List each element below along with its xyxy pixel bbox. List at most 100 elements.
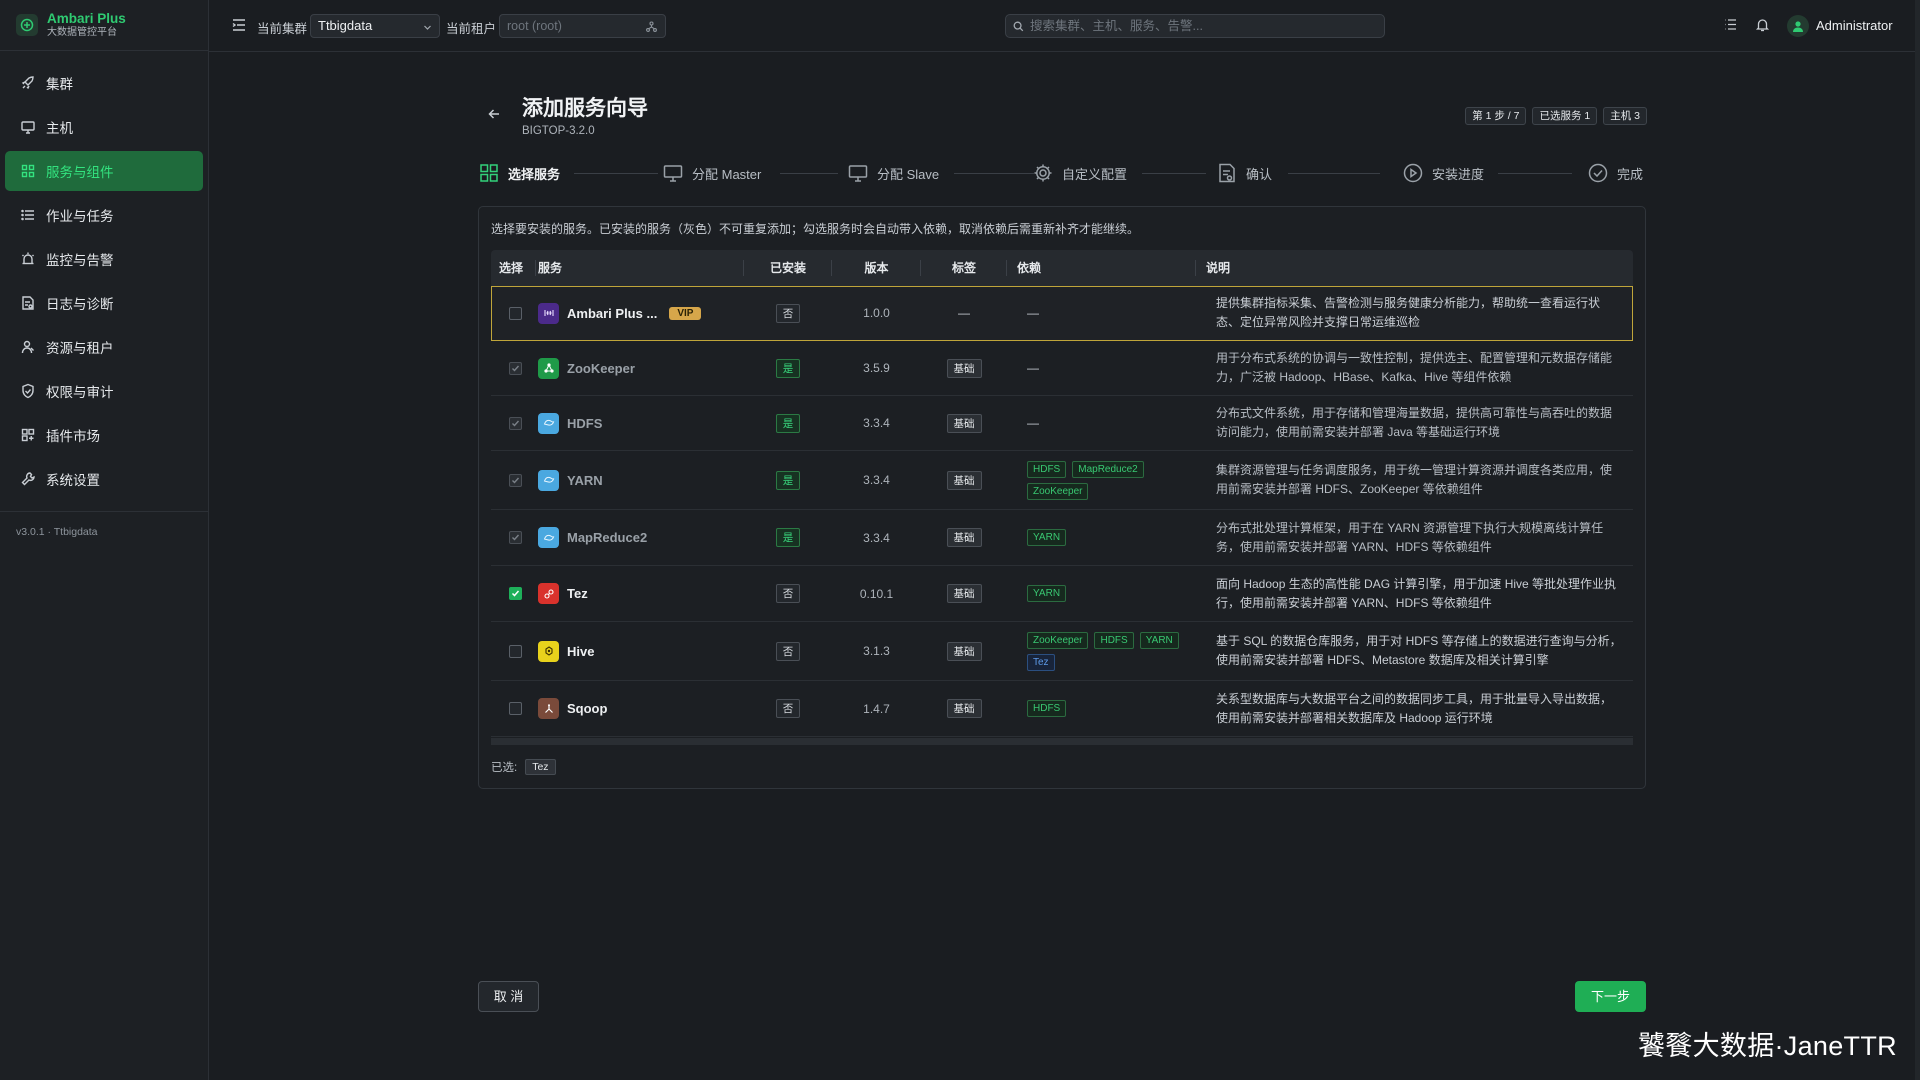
- step-label: 自定义配置: [1062, 166, 1128, 182]
- sqoop-icon: [538, 698, 559, 719]
- rocket-icon: [20, 75, 36, 91]
- sidebar-item-logs[interactable]: 日志与诊断: [5, 283, 203, 323]
- document-icon: [1216, 162, 1238, 184]
- row-checkbox[interactable]: [509, 702, 522, 715]
- service-version: 3.3.4: [863, 416, 890, 430]
- sidebar-item-cluster[interactable]: 集群: [5, 63, 203, 103]
- service-tag: 基础: [946, 413, 982, 433]
- tenant-icon: [20, 339, 36, 355]
- topbar: 当前集群 Ttbigdata 当前租户 root (root) 搜索集群、主机、…: [209, 0, 1920, 52]
- next-step-button[interactable]: 下一步: [1575, 981, 1646, 1012]
- table-row[interactable]: YARN 是 3.3.4 基础 HDFS MapReduce2 ZooKeepe…: [491, 451, 1633, 510]
- table-row[interactable]: HDFS 是 3.3.4 基础 — 分布式文件系统，用于存储和管理海量数据，提供…: [491, 396, 1633, 451]
- notification-bell-icon[interactable]: [1755, 17, 1770, 32]
- grid-icon: [478, 162, 500, 184]
- row-checkbox[interactable]: [509, 306, 522, 320]
- sidebar-nav: 集群 主机 服务与组件 作业与任务 监控与告警 日志与诊断 资源与租户 权限与审…: [0, 51, 208, 499]
- table-row[interactable]: Ambari Plus ... VIP 否 1.0.0 — — 提供集群指标采集…: [491, 286, 1633, 341]
- step-confirm[interactable]: 确认: [1216, 160, 1272, 186]
- user-name[interactable]: Administrator: [1816, 18, 1893, 33]
- sidebar-item-hosts[interactable]: 主机: [5, 107, 203, 147]
- service-tag: 基础: [946, 528, 982, 547]
- dependency-tag: MapReduce2: [1072, 460, 1144, 478]
- sidebar-item-monitoring[interactable]: 监控与告警: [5, 239, 203, 279]
- sidebar-item-services[interactable]: 服务与组件: [5, 151, 203, 191]
- table-row[interactable]: MapReduce2 是 3.3.4 基础 YARN 分布式批处理计算框架，用于…: [491, 510, 1633, 566]
- dependency-tag: HDFS: [1027, 700, 1067, 717]
- service-tag: 基础: [946, 358, 982, 378]
- selection-hint: 选择要安装的服务。已安装的服务（灰色）不可重复添加；勾选服务时会自动带入依赖，取…: [491, 222, 1140, 236]
- step-connector: [574, 173, 658, 174]
- stack-version: BIGTOP-3.2.0: [522, 125, 595, 137]
- service-name: ZooKeeper: [567, 360, 635, 376]
- tenant-input[interactable]: root (root): [499, 14, 666, 38]
- service-tag: 基础: [946, 641, 982, 661]
- cancel-button[interactable]: 取 消: [478, 981, 539, 1012]
- page-scrollbar[interactable]: [1915, 0, 1920, 1080]
- installed-badge: 是: [775, 358, 801, 378]
- menu-toggle-icon[interactable]: [231, 17, 247, 33]
- sidebar-item-settings[interactable]: 系统设置: [5, 459, 203, 499]
- search-placeholder: 搜索集群、主机、服务、告警...: [1030, 19, 1203, 33]
- service-description: 基于 SQL 的数据仓库服务，用于对 HDFS 等存储上的数据进行查询与分析，使…: [1216, 634, 1622, 667]
- service-version: 3.1.3: [863, 644, 890, 658]
- table-row[interactable]: Hive 否 3.1.3 基础 ZooKeeper HDFS YARN Tez …: [491, 622, 1633, 681]
- column-header-version: 版本: [832, 250, 921, 286]
- service-description: 用于分布式系统的协调与一致性控制，提供选主、配置管理和元数据存储能力，广泛被 H…: [1216, 351, 1613, 384]
- tez-icon: [538, 583, 559, 604]
- page-title: 添加服务向导: [522, 97, 648, 120]
- row-checkbox[interactable]: [509, 644, 522, 658]
- user-avatar[interactable]: [1787, 15, 1809, 37]
- row-checkbox: [509, 473, 522, 487]
- service-tag: 基础: [946, 470, 982, 490]
- selected-service-chip[interactable]: Tez: [525, 759, 556, 775]
- step-connector: [1288, 173, 1380, 174]
- sidebar-item-plugins[interactable]: 插件市场: [5, 415, 203, 455]
- sidebar-item-jobs[interactable]: 作业与任务: [5, 195, 203, 235]
- yarn-icon: [538, 469, 559, 491]
- table-row[interactable]: Sqoop 否 1.4.7 基础 HDFS 关系型数据库与大数据平台之间的数据同…: [491, 681, 1633, 737]
- service-name: MapReduce2: [567, 530, 648, 545]
- step-assign-master[interactable]: 分配 Master: [662, 160, 761, 186]
- vip-badge: VIP: [669, 306, 702, 320]
- wizard-summary-chips: 第 1 步 / 7 已选服务 1 主机 3: [1465, 107, 1647, 125]
- step-custom-config[interactable]: 自定义配置: [1032, 160, 1127, 186]
- table-row[interactable]: ZooKeeper 是 3.5.9 基础 — 用于分布式系统的协调与一致性控制，…: [491, 341, 1633, 396]
- table-body: Ambari Plus ... VIP 否 1.0.0 — — 提供集群指标采集…: [491, 286, 1633, 745]
- brand-name: Ambari Plus: [47, 10, 126, 26]
- tenant-tree-icon: [646, 21, 657, 32]
- task-list-icon[interactable]: [1723, 17, 1738, 32]
- dependency-tag: YARN: [1027, 585, 1067, 602]
- column-header-select: 选择: [491, 250, 536, 286]
- sidebar-item-label: 权限与审计: [46, 385, 114, 400]
- sidebar-item-label: 插件市场: [46, 429, 100, 444]
- sidebar-item-permissions[interactable]: 权限与审计: [5, 371, 203, 411]
- service-version: 1.4.7: [863, 701, 890, 716]
- step-complete[interactable]: 完成: [1587, 160, 1643, 186]
- cluster-select[interactable]: Ttbigdata: [310, 14, 440, 38]
- app-version: v3.0.1 · Ttbigdata: [0, 511, 208, 538]
- step-label: 分配 Slave: [877, 166, 940, 182]
- row-checkbox[interactable]: [509, 587, 522, 600]
- no-dependency: —: [1027, 416, 1039, 430]
- step-connector: [1498, 173, 1572, 174]
- step-label: 确认: [1246, 166, 1273, 182]
- global-search-input[interactable]: 搜索集群、主机、服务、告警...: [1005, 14, 1385, 38]
- sidebar-item-resources[interactable]: 资源与租户: [5, 327, 203, 367]
- table-row[interactable]: Tez 否 0.10.1 基础 YARN 面向 Hadoop 生态的高性能 DA…: [491, 566, 1633, 622]
- step-select-services[interactable]: 选择服务: [478, 160, 560, 186]
- step-assign-slave[interactable]: 分配 Slave: [847, 160, 939, 186]
- mapreduce-icon: [538, 527, 559, 548]
- wrench-icon: [20, 471, 36, 487]
- service-name: Hive: [567, 643, 595, 659]
- no-dependency: —: [1027, 361, 1039, 375]
- grid-icon: [20, 163, 36, 179]
- service-tag: —: [958, 306, 970, 320]
- column-header-deps: 依赖: [1007, 250, 1196, 286]
- step-install-progress[interactable]: 安装进度: [1402, 160, 1484, 186]
- step-connector: [780, 173, 838, 174]
- dependency-tag: YARN: [1139, 631, 1179, 649]
- service-description: 分布式文件系统，用于存储和管理海量数据，提供高可靠性与高吞吐的数据访问能力，使用…: [1216, 406, 1613, 439]
- brand[interactable]: Ambari Plus 大数据管控平台: [0, 0, 208, 51]
- back-arrow-icon[interactable]: [487, 107, 501, 121]
